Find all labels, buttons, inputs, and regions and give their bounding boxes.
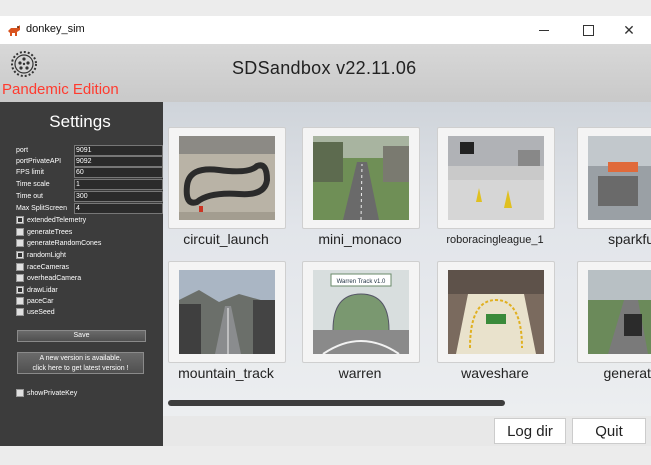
track-name: waveshare (461, 365, 529, 381)
track-name: mountain_track (178, 365, 274, 381)
edition-label: Pandemic Edition (2, 81, 119, 98)
max-splitscreen-input[interactable] (74, 203, 163, 214)
random-light-label: randomLight (27, 251, 66, 259)
checkbox[interactable] (16, 239, 24, 247)
minimize-icon (539, 29, 549, 31)
track-name: sparkfun (608, 231, 651, 247)
track-thumbnail-frame[interactable]: Warren Track v1.0 (302, 261, 420, 363)
port-private-api-label: portPrivateAPI (16, 158, 62, 165)
checkbox-checked[interactable] (16, 251, 24, 259)
time-scale-label: Time scale (16, 181, 50, 188)
generated-thumbnail (588, 270, 651, 354)
time-out-input[interactable] (74, 191, 163, 202)
settings-panel: Settings port portPrivateAPI FPS limit T… (0, 102, 163, 446)
maximize-button[interactable] (568, 16, 608, 44)
generate-trees-toggle[interactable]: generateTrees (16, 227, 72, 237)
pace-car-toggle[interactable]: paceCar (16, 296, 53, 306)
new-version-line-2: click here to get latest version ! (32, 365, 129, 372)
draw-lidar-label: drawLidar (27, 286, 58, 294)
horizontal-scrollbar[interactable] (168, 400, 505, 406)
gear-logo-icon (11, 51, 37, 77)
donkey-app-icon (8, 25, 20, 36)
time-out-label: Time out (16, 193, 43, 200)
quit-button[interactable]: Quit (572, 418, 646, 444)
track-card-generated[interactable]: generated (577, 261, 651, 381)
track-thumbnail-frame[interactable] (168, 261, 286, 363)
generate-trees-label: generateTrees (27, 228, 73, 236)
random-light-toggle[interactable]: randomLight (16, 250, 66, 260)
generate-random-cones-label: generateRandomCones (27, 239, 102, 247)
checkbox-checked[interactable] (16, 286, 24, 294)
save-button[interactable]: Save (17, 330, 146, 342)
warren-thumbnail: Warren Track v1.0 (313, 270, 409, 354)
overhead-camera-toggle[interactable]: overheadCamera (16, 273, 81, 283)
race-cameras-toggle[interactable]: raceCameras (16, 262, 69, 272)
max-splitscreen-label: Max SplitScreen (16, 205, 67, 212)
port-label: port (16, 147, 29, 154)
track-card-circuit-launch[interactable]: circuit_launch (168, 127, 296, 247)
new-version-line-1: A new version is available, (39, 355, 122, 362)
track-gallery: circuit_launch mini_monaco roboracinglea… (163, 102, 651, 416)
settings-title: Settings (49, 112, 111, 131)
waveshare-thumbnail (448, 270, 544, 354)
race-cameras-label: raceCameras (27, 263, 70, 271)
checkbox-checked[interactable] (16, 216, 24, 224)
roboracingleague-thumbnail (448, 136, 544, 220)
extended-telemetry-label: extendedTelemetry (27, 216, 87, 224)
track-name: circuit_launch (183, 231, 269, 247)
track-card-mountain-track[interactable]: mountain_track (168, 261, 296, 381)
window-title: donkey_sim (26, 23, 85, 35)
checkbox[interactable] (16, 274, 24, 282)
app-title: SDSandbox v22.11.06 (232, 58, 417, 78)
track-name: roboracingleague_1 (446, 234, 544, 246)
show-private-key-label: showPrivateKey (27, 389, 78, 397)
track-card-warren[interactable]: Warren Track v1.0 warren (302, 261, 430, 381)
track-card-sparkfun[interactable]: sparkfun (577, 127, 651, 247)
generate-random-cones-toggle[interactable]: generateRandomCones (16, 238, 101, 248)
track-card-mini-monaco[interactable]: mini_monaco (302, 127, 430, 247)
use-seed-label: useSeed (27, 308, 55, 316)
mountain-track-thumbnail (179, 270, 275, 354)
new-version-button[interactable]: A new version is available, click here t… (17, 352, 144, 374)
mini-monaco-thumbnail (313, 136, 409, 220)
track-thumbnail-frame[interactable] (168, 127, 286, 229)
overhead-camera-label: overheadCamera (27, 274, 82, 282)
time-scale-input[interactable] (74, 179, 163, 190)
close-button[interactable]: ✕ (609, 16, 649, 44)
use-seed-toggle[interactable]: useSeed (16, 307, 55, 317)
checkbox[interactable] (16, 263, 24, 271)
warren-sign-text: Warren Track v1.0 (337, 279, 386, 285)
pace-car-label: paceCar (27, 297, 54, 305)
circuit-launch-thumbnail (179, 136, 275, 220)
track-thumbnail-frame[interactable] (577, 127, 651, 229)
track-card-roboracingleague[interactable]: roboracingleague_1 (437, 127, 565, 247)
show-private-key-toggle[interactable]: showPrivateKey (16, 388, 77, 398)
checkbox[interactable] (16, 308, 24, 316)
track-thumbnail-frame[interactable] (302, 127, 420, 229)
sparkfun-thumbnail (588, 136, 651, 220)
maximize-icon (582, 24, 594, 36)
checkbox[interactable] (16, 297, 24, 305)
port-input[interactable] (74, 145, 163, 156)
track-name: mini_monaco (318, 231, 402, 247)
app-header: Pandemic Edition SDSandbox v22.11.06 (0, 44, 651, 102)
track-thumbnail-frame[interactable] (437, 127, 555, 229)
minimize-button[interactable] (524, 16, 564, 44)
draw-lidar-toggle[interactable]: drawLidar (16, 285, 58, 295)
checkbox[interactable] (16, 389, 24, 397)
track-name: warren (338, 365, 382, 381)
track-card-waveshare[interactable]: waveshare (437, 261, 565, 381)
track-thumbnail-frame[interactable] (577, 261, 651, 363)
track-name: generated (603, 365, 651, 381)
log-dir-button[interactable]: Log dir (494, 418, 566, 444)
extended-telemetry-toggle[interactable]: extendedTelemetry (16, 215, 86, 225)
port-private-api-input[interactable] (74, 156, 163, 167)
window-title-bar: donkey_sim ✕ (0, 16, 651, 44)
fps-limit-input[interactable] (74, 167, 163, 178)
fps-limit-label: FPS limit (16, 169, 44, 176)
close-icon: ✕ (623, 21, 635, 38)
checkbox[interactable] (16, 228, 24, 236)
track-thumbnail-frame[interactable] (437, 261, 555, 363)
